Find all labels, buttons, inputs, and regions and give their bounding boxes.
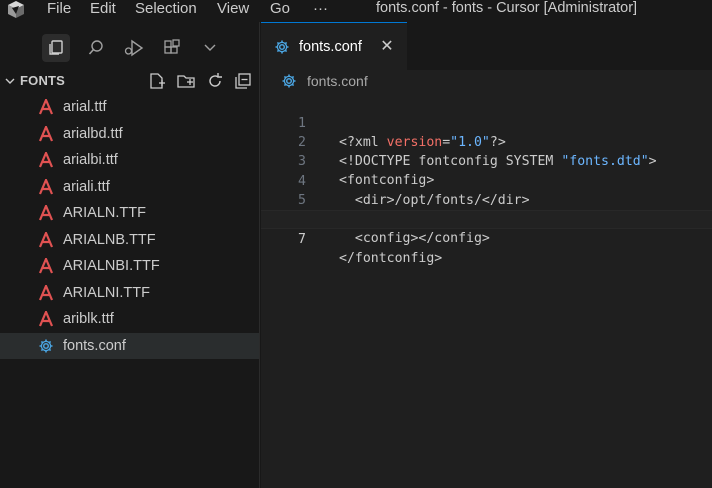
- files-icon[interactable]: [42, 34, 70, 62]
- breadcrumb-item[interactable]: fonts.conf: [307, 73, 368, 89]
- sidebar: FONTS arial.ttf arialbd.ttf arialbi.ttf: [0, 22, 260, 488]
- menu-go[interactable]: Go: [270, 0, 290, 20]
- file-label: arialbd.ttf: [63, 125, 123, 142]
- file-label: ariali.ttf: [63, 178, 110, 195]
- collapse-all-icon[interactable]: [234, 72, 252, 90]
- file-label: ARIALNI.TTF: [63, 284, 151, 301]
- file-item[interactable]: arialbi.ttf: [0, 147, 259, 174]
- file-label: ARIALNBI.TTF: [63, 258, 160, 275]
- code-line-current: 7 </fontconfig>: [261, 210, 712, 266]
- code-line: 3 <fontconfig>: [261, 133, 712, 188]
- file-list: arial.ttf arialbd.ttf arialbi.ttf ariali…: [0, 94, 259, 359]
- search-icon[interactable]: [84, 36, 108, 60]
- file-item-selected[interactable]: fonts.conf: [0, 332, 259, 359]
- menu-view[interactable]: View: [217, 0, 249, 20]
- chevron-down-icon[interactable]: [4, 75, 16, 87]
- font-file-icon: [38, 178, 54, 195]
- font-file-icon: [38, 284, 54, 301]
- gear-icon: [273, 38, 291, 56]
- font-file-icon: [38, 311, 54, 327]
- new-folder-icon[interactable]: [177, 72, 195, 90]
- font-file-icon: [38, 99, 54, 115]
- menu-more[interactable]: ···: [313, 0, 328, 20]
- file-label: ariblk.ttf: [63, 311, 114, 328]
- refresh-icon[interactable]: [206, 72, 224, 90]
- code-line: 1 <?xml version="1.0"?>: [261, 95, 712, 150]
- run-debug-icon[interactable]: [122, 36, 146, 60]
- code-line: 4 <dir>/opt/fonts/</dir>: [261, 153, 712, 208]
- code-line: 2 <!DOCTYPE fontconfig SYSTEM "fonts.dtd…: [261, 114, 712, 169]
- file-item[interactable]: ariali.ttf: [0, 174, 259, 201]
- gear-icon: [38, 338, 54, 354]
- chevron-down-icon[interactable]: [198, 36, 222, 60]
- file-label: ARIALN.TTF: [63, 205, 146, 222]
- code-line: 6 <config></config>: [261, 191, 712, 246]
- menu-edit[interactable]: Edit: [90, 0, 116, 20]
- file-item[interactable]: ARIALNBI.TTF: [0, 253, 259, 280]
- editor: fonts.conf ✕ fonts.conf 1 <?xml version=…: [261, 22, 712, 488]
- close-icon[interactable]: ✕: [379, 38, 395, 55]
- file-label: fonts.conf: [63, 337, 126, 354]
- menu-selection[interactable]: Selection: [135, 0, 197, 20]
- title-bar: File Edit Selection View Go ··· fonts.co…: [0, 0, 712, 22]
- file-item[interactable]: ariblk.ttf: [0, 306, 259, 333]
- explorer-header[interactable]: FONTS: [0, 70, 259, 92]
- tab-label: fonts.conf: [299, 39, 362, 55]
- breadcrumb: fonts.conf: [261, 70, 712, 92]
- code-line: 5 <cachedir>/tmp/fonts-cache/</cachedir>: [261, 172, 712, 227]
- font-file-icon: [38, 231, 54, 248]
- file-label: ARIALNB.TTF: [63, 231, 156, 248]
- file-label: arial.ttf: [63, 99, 107, 116]
- line-number: 7: [298, 232, 306, 248]
- line-content: </fontconfig>: [339, 251, 443, 267]
- gear-icon: [281, 73, 297, 89]
- window-title: fonts.conf - fonts - Cursor [Administrat…: [376, 0, 638, 16]
- new-file-icon[interactable]: [148, 72, 166, 90]
- cursor-logo: [8, 1, 24, 18]
- tab-bar: fonts.conf ✕: [261, 22, 712, 70]
- menu-file[interactable]: File: [47, 0, 71, 20]
- font-file-icon: [38, 258, 54, 274]
- file-item[interactable]: arialbd.ttf: [0, 121, 259, 148]
- font-file-icon: [38, 152, 54, 168]
- file-item[interactable]: ARIALNB.TTF: [0, 227, 259, 254]
- line-content: <config></config>: [339, 230, 490, 246]
- file-item[interactable]: ARIALN.TTF: [0, 200, 259, 227]
- font-file-icon: [38, 205, 54, 221]
- tab-fonts-conf[interactable]: fonts.conf ✕: [261, 22, 407, 70]
- font-file-icon: [38, 125, 54, 142]
- code-editor[interactable]: 1 <?xml version="1.0"?> 2 <!DOCTYPE font…: [261, 95, 712, 266]
- file-item[interactable]: ARIALNI.TTF: [0, 280, 259, 307]
- extensions-icon[interactable]: [160, 36, 184, 60]
- file-item[interactable]: arial.ttf: [0, 94, 259, 121]
- explorer-title: FONTS: [20, 73, 66, 88]
- file-label: arialbi.ttf: [63, 152, 118, 169]
